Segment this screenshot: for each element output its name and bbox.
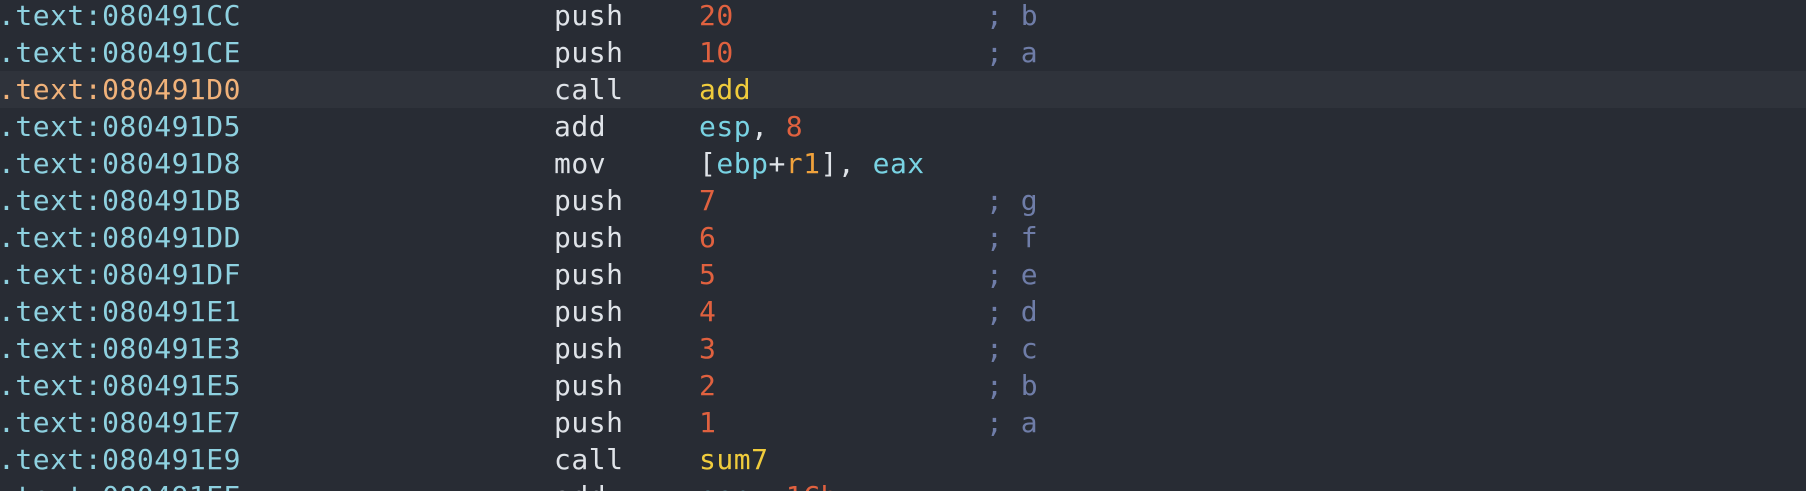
operand-register[interactable]: ebp [716, 147, 768, 180]
instruction-mnemonic: call [554, 443, 624, 476]
line-address[interactable]: .text:080491D8 [0, 145, 241, 182]
operand-punctuation: , [751, 480, 786, 491]
line-address[interactable]: .text:080491E5 [0, 367, 241, 404]
instruction-mnemonic: push [554, 332, 624, 365]
instruction-operands: esp, 8 [699, 108, 803, 145]
instruction-operands: add [699, 71, 751, 108]
line-address[interactable]: .text:080491E7 [0, 404, 241, 441]
instruction-mnemonic: call [554, 73, 624, 106]
line-address[interactable]: .text:080491E9 [0, 441, 241, 478]
operand-number: 5 [699, 258, 717, 291]
disasm-line[interactable]: .text:080491E9 call sum7 [0, 441, 1806, 478]
instruction-mnemonic: add [554, 110, 607, 143]
operand-number: 6 [699, 221, 717, 254]
instruction-operands: 5 [699, 256, 716, 293]
instruction-mnemonic: add [554, 478, 606, 491]
operand-register[interactable]: esp [699, 110, 751, 143]
line-address[interactable]: .text:080491E1 [0, 293, 241, 330]
disasm-line[interactable]: .text:080491CE push 10 ; a [0, 34, 1806, 71]
disasm-line[interactable]: .text:080491D5 add esp, 8 [0, 108, 1806, 145]
instruction-mnemonic: push [554, 184, 624, 217]
line-comment: ; e [986, 258, 1039, 291]
line-address[interactable]: .text:080491DF [0, 256, 241, 293]
instruction-operands: [ebp+r1], eax [699, 145, 925, 182]
instruction-mnemonic: push [554, 295, 624, 328]
operand-symbol[interactable]: sum7 [699, 443, 768, 476]
disasm-line[interactable]: .text:080491D8 mov [ebp+r1], eax [0, 145, 1806, 182]
instruction-mnemonic: mov [554, 147, 607, 180]
disasm-line[interactable]: .text:080491DB push 7 ; g [0, 182, 1806, 219]
operand-number: 3 [699, 332, 717, 365]
line-comment: ; a [986, 406, 1039, 439]
instruction-operands: 4 [699, 293, 716, 330]
line-comment: ; g [986, 184, 1039, 217]
operand-punctuation: ], [820, 147, 873, 180]
instruction-mnemonic: push [554, 258, 624, 291]
disasm-line[interactable]: .text:080491E1 push 4 ; d [0, 293, 1806, 330]
disasm-line[interactable]: .text:080491E5 push 2 ; b [0, 367, 1806, 404]
line-address[interactable]: .text:080491DB [0, 182, 241, 219]
instruction-mnemonic: push [554, 0, 624, 32]
operand-register[interactable]: eax [873, 147, 925, 180]
instruction-operands: 7 [699, 182, 716, 219]
operand-number: 20 [699, 0, 734, 32]
line-comment: ; b [986, 0, 1039, 32]
instruction-operands: 1 [699, 404, 716, 441]
operand-number: 8 [785, 110, 804, 143]
line-address[interactable]: .text:080491CC [0, 0, 241, 34]
line-address[interactable]: .text:080491CE [0, 34, 241, 71]
instruction-mnemonic: push [554, 221, 624, 254]
operand-number: 4 [699, 295, 717, 328]
operand-variable[interactable]: r1 [786, 147, 821, 180]
instruction-operands: sum7 [699, 441, 768, 478]
line-address[interactable]: .text:080491EE [0, 478, 241, 491]
line-comment: ; d [986, 295, 1039, 328]
instruction-mnemonic: push [554, 36, 624, 69]
line-comment: ; c [986, 332, 1039, 365]
operand-number: 1Ch [786, 480, 838, 491]
instruction-mnemonic: push [554, 369, 624, 402]
line-comment: ; f [986, 221, 1039, 254]
line-address[interactable]: .text:080491D0 [0, 71, 241, 108]
operand-number: 10 [699, 36, 734, 69]
operand-number: 7 [699, 184, 717, 217]
instruction-operands: 20 [699, 0, 734, 34]
instruction-operands: 2 [699, 367, 716, 404]
instruction-mnemonic: push [554, 406, 624, 439]
instruction-operands: 3 [699, 330, 716, 367]
disasm-line[interactable]: .text:080491EE add esp, 1Ch [0, 478, 1806, 491]
instruction-operands: 6 [699, 219, 716, 256]
operand-number: 2 [699, 369, 717, 402]
line-address[interactable]: .text:080491D5 [0, 108, 241, 145]
operand-punctuation: + [768, 147, 786, 180]
operand-symbol[interactable]: add [699, 73, 751, 106]
disasm-line[interactable]: .text:080491E7 push 1 ; a [0, 404, 1806, 441]
operand-punctuation: , [751, 110, 786, 143]
operand-punctuation: [ [699, 147, 717, 180]
instruction-operands: esp, 1Ch [699, 478, 838, 491]
line-address[interactable]: .text:080491E3 [0, 330, 241, 367]
line-comment: ; b [986, 369, 1039, 402]
disasm-line[interactable]: .text:080491E3 push 3 ; c [0, 330, 1806, 367]
disasm-line[interactable]: .text:080491DD push 6 ; f [0, 219, 1806, 256]
disasm-line[interactable]: .text:080491D0 call add [0, 71, 1806, 108]
disasm-line[interactable]: .text:080491CC push 20 ; b [0, 0, 1806, 34]
disassembly-view[interactable]: .text:080491CC push 20 ; b .text:080491CE pus… [0, 0, 1806, 491]
disasm-line[interactable]: .text:080491DF push 5 ; e [0, 256, 1806, 293]
operand-register[interactable]: esp [699, 480, 751, 491]
operand-number: 1 [699, 406, 717, 439]
line-comment: ; a [986, 36, 1039, 69]
line-address[interactable]: .text:080491DD [0, 219, 241, 256]
instruction-operands: 10 [699, 34, 734, 71]
